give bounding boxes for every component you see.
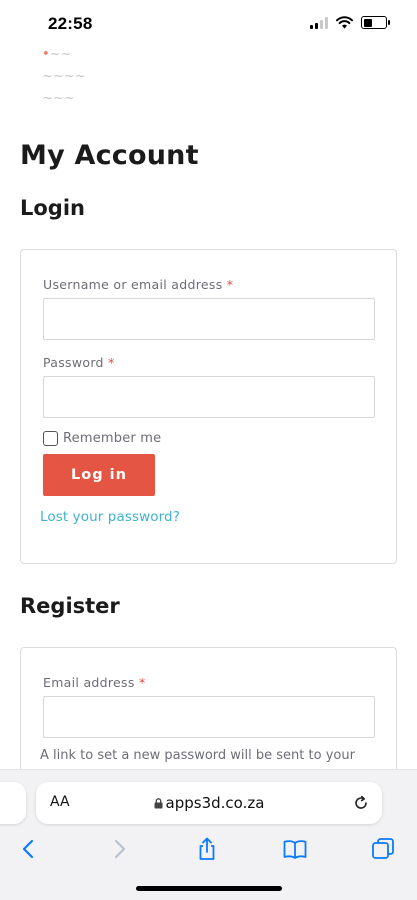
password-label: Password * [43,355,115,370]
remember-me-row[interactable]: Remember me [43,431,161,446]
remember-me-label: Remember me [63,431,162,446]
username-input[interactable] [43,298,375,340]
cellular-signal-icon [310,16,328,29]
register-heading: Register [20,594,120,618]
email-input[interactable] [43,696,375,738]
required-mark: * [226,277,234,292]
share-icon[interactable] [194,836,220,862]
status-icons [310,16,390,29]
lock-icon [154,798,163,809]
address-bar[interactable]: AA apps3d.co.za [36,782,382,824]
password-input[interactable] [43,376,375,418]
forward-icon[interactable] [106,836,132,862]
page-title: My Account [20,140,199,171]
home-indicator [136,886,282,891]
required-mark: * [108,355,115,370]
status-bar: 22:58 [0,0,417,46]
tabs-icon[interactable] [370,836,396,862]
login-form: Username or email address * Password * R… [20,249,397,564]
browser-toolbar [0,832,417,866]
bookmarks-icon[interactable] [282,836,308,862]
url-text: apps3d.co.za [165,794,265,812]
login-heading: Login [20,196,85,220]
email-label-text: Email address [43,675,135,690]
username-label: Username or email address * [43,277,233,292]
browser-bottom-bar: AA apps3d.co.za [0,769,417,900]
login-button[interactable]: Log in [43,454,155,496]
battery-icon [361,16,390,29]
email-label: Email address * [43,675,146,690]
status-time: 22:58 [48,14,93,33]
required-mark: * [138,675,146,690]
register-note: A link to set a new password will be sen… [40,748,355,763]
site-logo[interactable]: •~~ ~~~~ ~~~ [42,44,122,106]
username-label-text: Username or email address [43,277,223,292]
reload-icon[interactable] [352,794,370,812]
back-icon[interactable] [16,836,42,862]
wifi-icon [336,16,353,29]
lost-password-link[interactable]: Lost your password? [40,509,180,525]
previous-tab-peek[interactable] [0,782,26,824]
remember-me-checkbox[interactable] [43,431,58,446]
password-label-text: Password [43,355,104,370]
url-display[interactable]: apps3d.co.za [36,794,382,812]
